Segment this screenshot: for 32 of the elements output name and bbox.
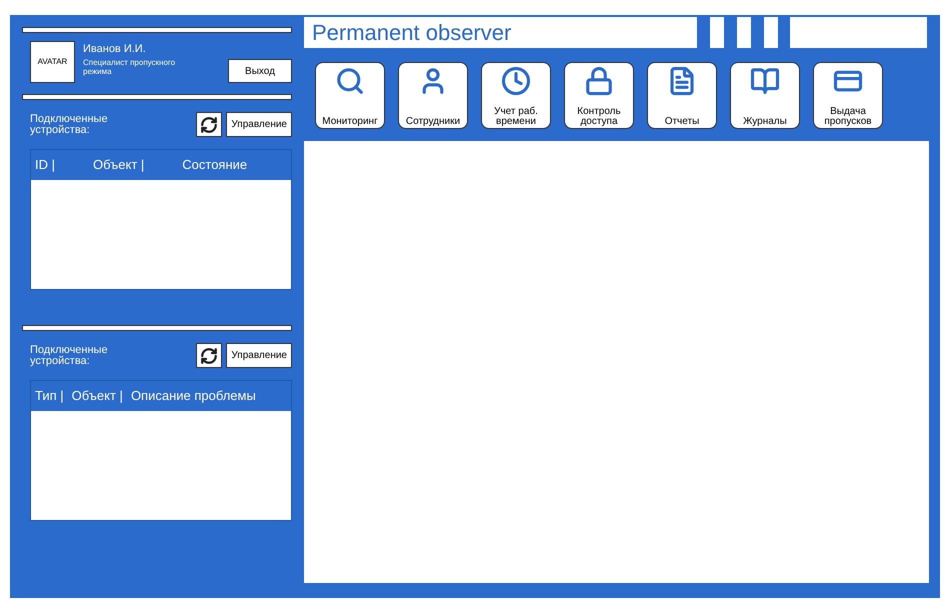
column-header: ID | [35, 156, 55, 174]
user-name: Иванов И.И. [83, 42, 147, 57]
devices-label: Подключенные устройства: [30, 114, 109, 136]
column-header: Объект | [72, 387, 123, 406]
padlock-icon [584, 66, 614, 96]
nav-button[interactable]: Учет раб. времени [481, 62, 551, 129]
manage-button[interactable]: Управление [226, 112, 292, 137]
refresh-button[interactable] [196, 112, 222, 137]
column-header: Тип | [35, 387, 64, 406]
book-icon [750, 66, 780, 96]
header-stripe [710, 17, 724, 48]
avatar: AVATAR [30, 41, 75, 83]
refresh-icon [200, 116, 218, 134]
nav-button[interactable]: Мониторинг [315, 62, 385, 129]
nav-button[interactable]: Отчеты [647, 62, 717, 129]
devices-label: Подключенные устройства: [30, 344, 109, 366]
header-stripe [737, 17, 751, 48]
column-header: Описание проблемы [130, 387, 256, 406]
nav-button[interactable]: Сотрудники [398, 62, 468, 129]
nav-button[interactable]: Выдача пропусков [813, 62, 883, 129]
refresh-button[interactable] [196, 343, 222, 368]
nav-button[interactable]: Журналы [730, 62, 800, 129]
column-header: Состояние [182, 156, 248, 174]
manage-button[interactable]: Управление [226, 343, 292, 368]
app-title: Permanent observer [312, 19, 512, 47]
logout-button[interactable]: Выход [228, 59, 292, 83]
column-header: Объект | [93, 156, 144, 174]
clock-icon [501, 66, 531, 96]
user-role: Специалист пропускного режима [83, 58, 176, 76]
header-stripe [764, 17, 778, 48]
nav-button[interactable]: Контроль доступа [564, 62, 634, 129]
refresh-icon [200, 346, 218, 364]
